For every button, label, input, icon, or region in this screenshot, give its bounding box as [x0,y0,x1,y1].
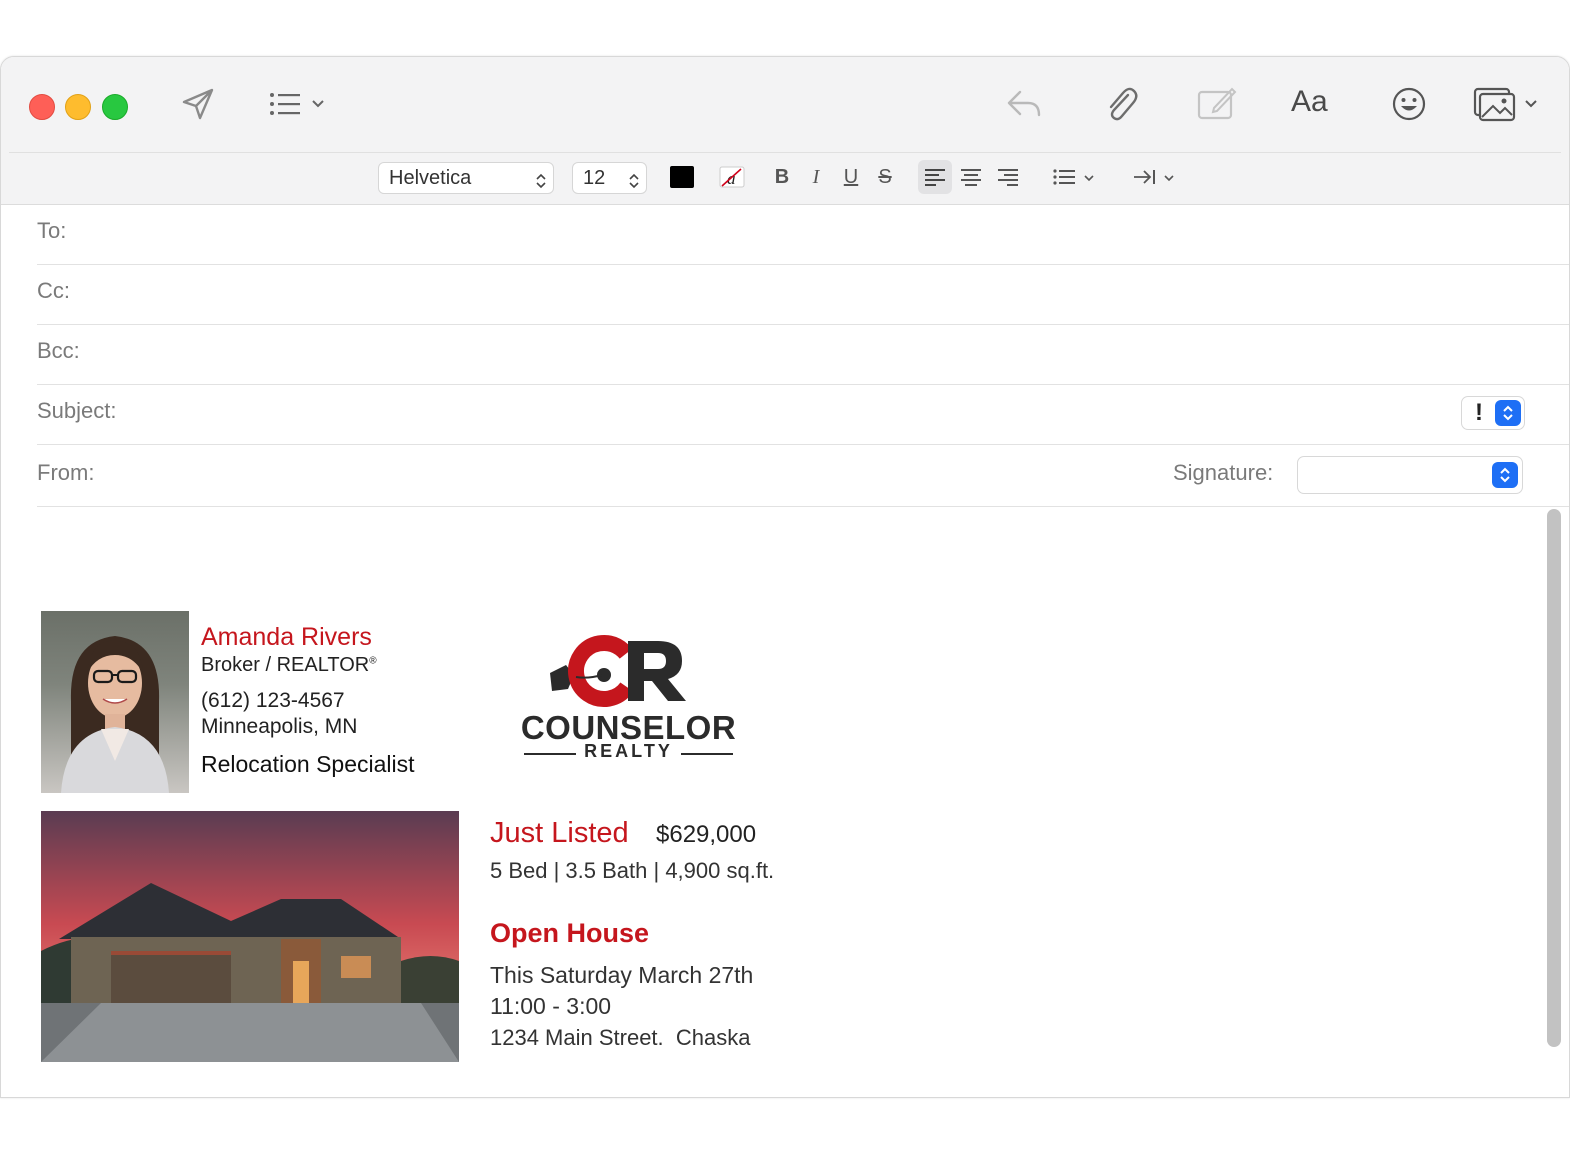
to-label: To: [37,218,67,243]
open-house-heading: Open House [490,918,650,948]
agent-title-text: Broker / REALTOR [201,654,370,676]
cr-key-logo-icon: CR [550,635,686,707]
strikethrough-button[interactable]: S [875,160,895,194]
agent-specialty: Relocation Specialist [201,751,415,777]
bcc-label: Bcc: [37,338,80,363]
open-house-address: 1234 Main Street. Chaska [490,1025,751,1050]
agent-phone: (612) 123-4567 [201,689,345,712]
underline-button[interactable]: U [840,160,862,194]
compose-window: Aa Helvetica 12 a B I U S [0,56,1570,1098]
agent-name: Amanda Rivers [201,623,372,651]
just-listed-heading: Just Listed [490,817,629,849]
header-fields-menu-icon[interactable] [267,87,329,121]
bcc-field[interactable]: Bcc: [37,324,1569,385]
chevron-updown-icon [1495,400,1521,426]
subject-field[interactable]: Subject: ! [37,384,1569,445]
markup-icon [1196,84,1238,124]
indent-icon[interactable] [1131,160,1179,194]
close-window-button[interactable] [29,94,55,120]
font-family-value: Helvetica [389,167,472,189]
agent-title: Broker / REALTOR® [201,654,377,677]
signature-select[interactable] [1297,456,1523,494]
align-left-icon[interactable] [918,160,952,194]
counselor-realty-logo: CR COUNSELOR REALTY [516,629,741,769]
highlight-color-icon[interactable]: a [717,160,747,194]
cc-label: Cc: [37,278,70,303]
align-right-icon[interactable] [993,160,1023,194]
photo-browser-icon[interactable] [1473,84,1541,124]
font-size-select[interactable]: 12 [572,162,647,194]
registered-mark: ® [369,655,377,667]
agent-photo [41,611,189,793]
priority-select[interactable]: ! [1461,396,1525,430]
priority-symbol: ! [1475,399,1483,426]
listing-specs: 5 Bed | 3.5 Bath | 4,900 sq.ft. [490,858,775,883]
toolbar-divider [9,152,1561,153]
logo-sub: REALTY [584,741,673,761]
reply-icon [1004,85,1044,123]
logo-rule-right [681,753,733,755]
align-center-icon[interactable] [956,160,986,194]
text-color-swatch[interactable] [670,166,694,188]
attachment-icon[interactable] [1101,83,1141,125]
emoji-icon[interactable] [1390,85,1428,123]
open-house-date: This Saturday March 27th [490,962,754,988]
chevron-updown-icon [535,169,547,199]
agent-city: Minneapolis, MN [201,715,358,738]
subject-label: Subject: [37,398,117,423]
listing-price: $629,000 [656,821,757,848]
list-style-icon[interactable] [1051,160,1099,194]
cc-field[interactable]: Cc: [37,264,1569,325]
signature-label: Signature: [1173,460,1274,485]
from-label: From: [37,460,95,485]
bold-button[interactable]: B [771,160,793,194]
listing-house-photo [41,811,459,1062]
chevron-updown-icon [1492,462,1518,488]
font-family-select[interactable]: Helvetica [378,162,554,194]
open-house-time: 11:00 - 3:00 [490,993,612,1019]
minimize-window-button[interactable] [65,94,91,120]
italic-button[interactable]: I [806,160,826,194]
font-size-value: 12 [583,167,606,189]
to-field[interactable]: To: [37,204,1569,265]
from-field[interactable]: From: Signature: [37,444,1569,507]
chevron-updown-icon [628,169,640,199]
zoom-window-button[interactable] [102,94,128,120]
font-panel-button[interactable]: Aa [1291,85,1328,119]
send-icon[interactable] [179,85,217,123]
toolbar: Aa Helvetica 12 a B I U S [1,57,1569,205]
vertical-scrollbar[interactable] [1547,509,1561,1047]
